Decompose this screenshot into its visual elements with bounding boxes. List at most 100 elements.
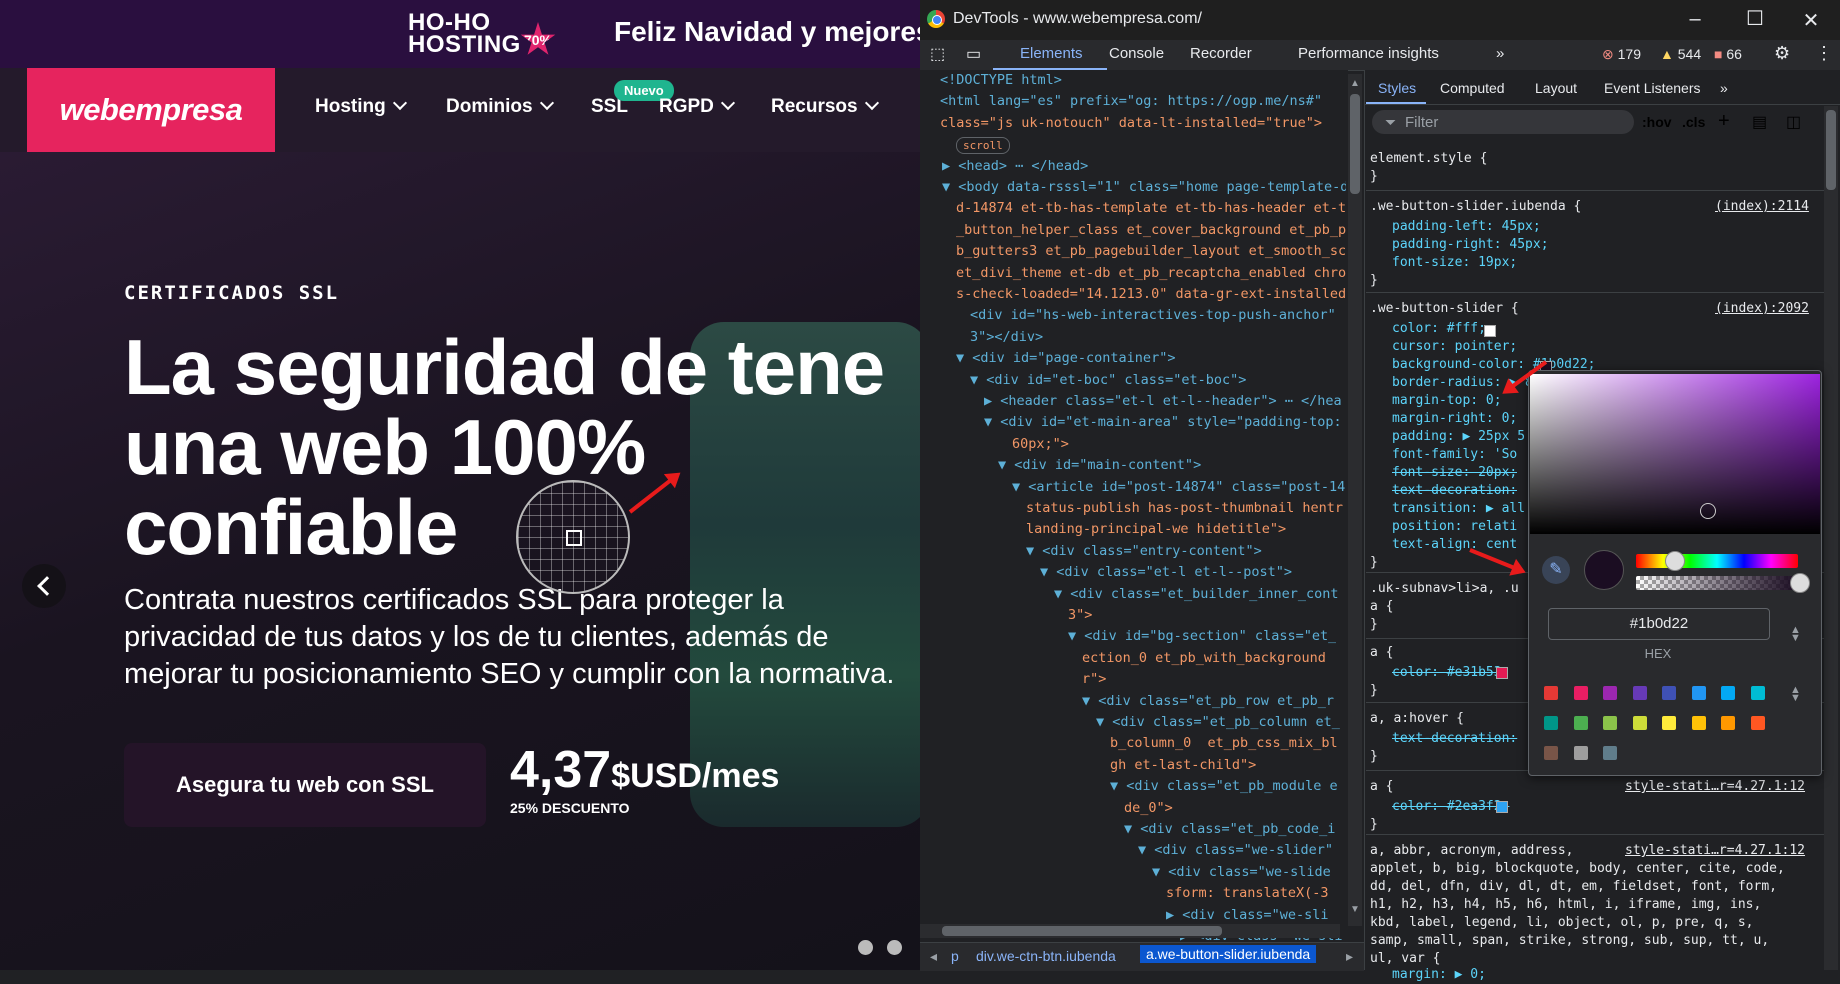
css-declaration[interactable]: margin: ▶ 0; bbox=[1392, 966, 1486, 984]
saturation-area[interactable] bbox=[1530, 374, 1820, 534]
breadcrumb-item[interactable]: p bbox=[951, 948, 959, 964]
settings-gear-icon[interactable]: ⚙ bbox=[1774, 43, 1790, 64]
css-selector[interactable]: } bbox=[1370, 168, 1378, 186]
breadcrumb-left-icon[interactable]: ◂ bbox=[930, 948, 937, 965]
dom-node-line[interactable]: ▼ <div class="entry-content"> bbox=[1026, 541, 1262, 562]
slider-prev-button[interactable] bbox=[22, 564, 66, 608]
tab-event-listeners[interactable]: Event Listeners bbox=[1604, 80, 1701, 96]
color-swatch-icon[interactable] bbox=[1484, 325, 1496, 337]
css-declaration[interactable]: text-align: cent bbox=[1392, 536, 1517, 554]
css-selector[interactable]: a { bbox=[1370, 598, 1393, 616]
new-rule-icon[interactable]: + bbox=[1718, 110, 1730, 133]
palette-swatch[interactable] bbox=[1632, 716, 1647, 730]
dom-node-line[interactable]: 3"></div> bbox=[970, 327, 1043, 348]
dom-node-line[interactable]: class="js uk-notouch" data-lt-installed=… bbox=[940, 113, 1322, 134]
dom-node-line[interactable]: sform: translateX(-3 bbox=[1166, 883, 1329, 904]
hue-slider-knob[interactable] bbox=[1665, 551, 1685, 571]
rule-source-link[interactable]: (index):2092 bbox=[1715, 300, 1809, 318]
css-selector[interactable]: element.style { bbox=[1370, 150, 1487, 168]
dom-node-line[interactable]: s-check-loaded="14.1213.0" data-gr-ext-i… bbox=[956, 284, 1346, 305]
dom-node-line[interactable]: ▼ <div class="et_pb_code_i bbox=[1124, 819, 1335, 840]
breadcrumb-right-icon[interactable]: ▸ bbox=[1346, 948, 1353, 965]
css-declaration[interactable]: text-decoration: bbox=[1392, 482, 1517, 500]
dom-node-line[interactable]: b_column_0 et_pb_css_mix_bl bbox=[1110, 733, 1338, 754]
elements-scrollbar[interactable] bbox=[1348, 74, 1362, 926]
css-selector[interactable]: } bbox=[1370, 616, 1378, 634]
brand-logo[interactable]: webempresa bbox=[27, 68, 275, 152]
dom-node-line[interactable]: ▼ <div id="bg-section" class="et_ bbox=[1068, 626, 1336, 647]
scroll-badge[interactable]: scroll bbox=[956, 137, 1010, 155]
warning-count[interactable]: ▲ 544 bbox=[1660, 46, 1701, 62]
css-declaration[interactable]: padding-right: 45px; bbox=[1392, 236, 1549, 254]
css-declaration[interactable]: position: relati bbox=[1392, 518, 1517, 536]
palette-swatch[interactable] bbox=[1750, 686, 1765, 700]
dom-node-line[interactable]: ▼ <div class="et-l et-l--post"> bbox=[1040, 562, 1292, 583]
css-declaration[interactable]: padding: ▶ 25px 5 bbox=[1392, 428, 1525, 446]
elements-scroll-thumb[interactable] bbox=[1350, 94, 1360, 194]
dom-node-line[interactable]: ▶ <head> ⋯ </head> bbox=[942, 156, 1088, 177]
hue-slider[interactable] bbox=[1636, 554, 1798, 568]
tab-recorder[interactable]: Recorder bbox=[1190, 45, 1252, 62]
dom-node-line[interactable]: <!DOCTYPE html> bbox=[940, 70, 1062, 91]
palette-swatch[interactable] bbox=[1603, 746, 1617, 760]
palette-swatch[interactable] bbox=[1544, 716, 1558, 730]
dom-node-line[interactable]: _button_helper_class et_cover_background… bbox=[956, 220, 1346, 241]
format-toggle-icon[interactable]: ▲ ▼ bbox=[1790, 625, 1801, 644]
css-selector[interactable]: a, a:hover { bbox=[1370, 710, 1464, 728]
inspect-element-icon[interactable]: ⬚ bbox=[930, 44, 945, 64]
dom-node-line[interactable]: ▼ <article id="post-14874" class="post-1… bbox=[1012, 477, 1345, 498]
css-declaration[interactable]: color: #2ea3f2; bbox=[1392, 798, 1509, 816]
eyedropper-icon[interactable]: ✎ bbox=[1542, 556, 1570, 584]
kebab-menu-icon[interactable]: ⋮ bbox=[1815, 43, 1833, 64]
css-selector[interactable]: applet, b, big, blockquote, body, center… bbox=[1370, 860, 1785, 878]
css-selector[interactable]: .uk-subnav>li>a, .u bbox=[1370, 580, 1519, 598]
palette-swatch[interactable] bbox=[1721, 686, 1735, 700]
css-declaration[interactable]: font-family: 'So bbox=[1392, 446, 1517, 464]
dom-node-line[interactable]: gh et-last-child"> bbox=[1110, 755, 1256, 776]
dom-node-line[interactable]: <div id="hs-web-interactives-top-push-an… bbox=[970, 305, 1336, 326]
dom-node-line[interactable]: ection_0 et_pb_with_background bbox=[1082, 648, 1326, 669]
palette-swatch[interactable] bbox=[1603, 686, 1617, 700]
nav-dominios[interactable]: Dominios bbox=[446, 95, 554, 118]
dom-node-line[interactable]: status-publish has-post-thumbnail hentr bbox=[1026, 498, 1343, 519]
css-declaration[interactable]: transition: ▶ all bbox=[1392, 500, 1525, 518]
tab-console[interactable]: Console bbox=[1109, 45, 1164, 62]
dom-node-line[interactable]: 60px;"> bbox=[1012, 434, 1069, 455]
css-declaration[interactable]: color: #fff; bbox=[1392, 320, 1486, 338]
dom-node-line[interactable]: de_0"> bbox=[1124, 798, 1173, 819]
dom-node-line[interactable]: b_gutters3 et_pb_pagebuilder_layout et_s… bbox=[956, 241, 1346, 262]
saturation-cursor[interactable] bbox=[1700, 503, 1716, 519]
styles-scrollbar[interactable] bbox=[1824, 106, 1838, 970]
dom-node-line[interactable]: ▼ <div id="et-boc" class="et-boc"> bbox=[970, 370, 1246, 391]
dom-node-line[interactable]: ▼ <div id="main-content"> bbox=[998, 455, 1201, 476]
rule-source-link[interactable]: (index):2114 bbox=[1715, 198, 1809, 216]
css-selector[interactable]: a { bbox=[1370, 644, 1393, 662]
palette-swatch[interactable] bbox=[1573, 716, 1588, 730]
css-declaration[interactable]: padding-left: 45px; bbox=[1392, 218, 1541, 236]
palette-swatch[interactable] bbox=[1544, 686, 1558, 700]
dom-node-line[interactable]: ▼ <div class="et_builder_inner_cont bbox=[1054, 584, 1338, 605]
nav-hosting[interactable]: Hosting bbox=[315, 95, 407, 118]
palette-swatch[interactable] bbox=[1691, 686, 1706, 700]
css-selector[interactable]: .we-button-slider.iubenda { bbox=[1370, 198, 1581, 216]
dom-node-line[interactable]: ▶ <header class="et-l et-l--header"> ⋯ <… bbox=[984, 391, 1342, 412]
breadcrumb-item-active[interactable]: a.we-button-slider.iubenda bbox=[1140, 945, 1317, 963]
ssl-cta-button[interactable]: Asegura tu web con SSL bbox=[124, 743, 486, 827]
palette-swatch[interactable] bbox=[1632, 686, 1647, 700]
dom-node-line[interactable]: ▼ <div class="et_pb_column et_ bbox=[1096, 712, 1340, 733]
dom-node-line[interactable]: ▼ <body data-rsssl="1" class="home page-… bbox=[942, 177, 1346, 198]
dom-node-line[interactable]: ▼ <div class="et_pb_row et_pb_r bbox=[1082, 691, 1334, 712]
alpha-slider-knob[interactable] bbox=[1790, 573, 1810, 593]
dom-node-line[interactable]: 3"> bbox=[1068, 605, 1092, 626]
rule-source-link[interactable]: style-stati…r=4.27.1:12 bbox=[1625, 842, 1805, 860]
css-declaration[interactable]: font-size: 19px; bbox=[1392, 254, 1517, 272]
toggle-sidebar-icon[interactable]: ◫ bbox=[1786, 112, 1801, 132]
rule-source-link[interactable]: style-stati…r=4.27.1:12 bbox=[1625, 778, 1805, 796]
palette-swatch[interactable] bbox=[1662, 716, 1676, 730]
more-tabs-icon[interactable]: » bbox=[1496, 45, 1504, 62]
palette-swatch[interactable] bbox=[1573, 746, 1588, 760]
breadcrumb-item[interactable]: div.we-ctn-btn.iubenda bbox=[976, 948, 1116, 964]
dom-node-line[interactable]: et_divi_theme et-db et_pb_recaptcha_enab… bbox=[956, 263, 1346, 284]
palette-swatch[interactable] bbox=[1573, 686, 1588, 700]
css-selector[interactable]: dd, del, dfn, div, dl, dt, em, fieldset,… bbox=[1370, 878, 1777, 896]
